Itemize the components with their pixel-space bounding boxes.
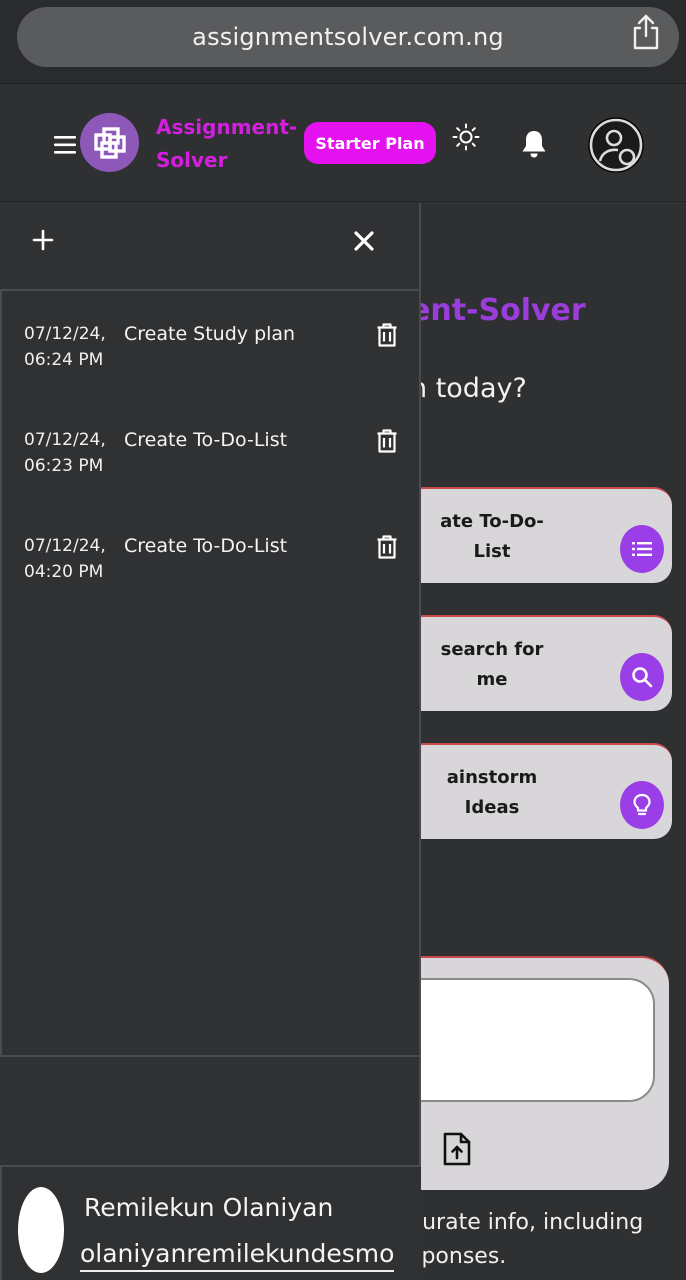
history-date: 07/12/24, 04:20 PM xyxy=(24,533,114,585)
card-title: ate To-Do- List xyxy=(417,507,567,567)
message-composer xyxy=(395,956,669,1190)
history-drawer: 07/12/24, 06:24 PM Create Study plan 07/… xyxy=(0,203,421,1280)
app-header: Assignment- Solver Starter Plan xyxy=(0,85,686,202)
history-item[interactable]: 07/12/24, 06:23 PM Create To-Do-List xyxy=(2,407,421,497)
list-icon xyxy=(632,542,652,556)
history-date-line: 07/12/24, xyxy=(24,430,106,450)
user-email: olaniyanremilekundesmo xyxy=(80,1239,395,1272)
starter-plan-button[interactable]: Starter Plan xyxy=(304,122,436,164)
history-title: Create To-Do-List xyxy=(124,535,288,557)
card-title-line-1: search for xyxy=(440,639,544,660)
history-date-line: 07/12/24, xyxy=(24,324,106,344)
history-date: 07/12/24, 06:23 PM xyxy=(24,427,114,479)
sun-icon[interactable] xyxy=(452,123,480,151)
app-root: assignmentsolver.com.ng Assignment- Solv… xyxy=(0,0,686,1280)
card-title-line-2: List xyxy=(473,541,511,562)
suggestion-card-research[interactable]: search for me xyxy=(395,615,672,711)
browser-bar: assignmentsolver.com.ng xyxy=(0,0,686,84)
disclaimer-line-2: sponses. xyxy=(410,1244,507,1269)
disclaimer-text: curate info, including sponses. xyxy=(410,1206,686,1274)
brand-name[interactable]: Assignment- Solver xyxy=(156,111,306,177)
trash-icon[interactable] xyxy=(376,535,398,559)
card-title-line-2: Ideas xyxy=(464,797,520,818)
welcome-heading: ent-Solver xyxy=(410,293,586,328)
logo-icon xyxy=(93,126,126,159)
account-avatar-icon[interactable] xyxy=(588,117,644,173)
history-time-line: 06:23 PM xyxy=(24,456,104,476)
disclaimer-line-1: curate info, including xyxy=(410,1210,644,1235)
history-title: Create Study plan xyxy=(124,323,296,345)
logo[interactable] xyxy=(80,113,139,172)
message-input[interactable] xyxy=(395,978,655,1102)
search-icon xyxy=(632,667,653,688)
card-title: search for me xyxy=(417,635,567,695)
history-title: Create To-Do-List xyxy=(124,429,288,451)
history-time-line: 06:24 PM xyxy=(24,350,104,370)
bell-icon[interactable] xyxy=(520,129,548,159)
trash-icon[interactable] xyxy=(376,323,398,347)
trash-icon[interactable] xyxy=(376,429,398,453)
new-chat-plus-icon[interactable] xyxy=(30,227,56,253)
card-title-line-1: ate To-Do- xyxy=(440,511,544,532)
history-date-line: 07/12/24, xyxy=(24,536,106,556)
help-question: n today? xyxy=(410,373,527,404)
file-upload-icon[interactable] xyxy=(443,1132,471,1166)
lightbulb-icon xyxy=(633,793,651,816)
hamburger-menu-icon[interactable] xyxy=(54,136,76,154)
close-icon[interactable] xyxy=(352,229,376,253)
card-icon-button[interactable] xyxy=(620,525,664,573)
history-time-line: 04:20 PM xyxy=(24,562,104,582)
url-bar[interactable]: assignmentsolver.com.ng xyxy=(17,7,679,67)
card-title-line-1: ainstorm xyxy=(446,767,538,788)
user-name: Remilekun Olaniyan xyxy=(84,1193,334,1222)
card-title: ainstorm Ideas xyxy=(417,763,567,823)
history-item[interactable]: 07/12/24, 04:20 PM Create To-Do-List xyxy=(2,513,421,603)
history-item[interactable]: 07/12/24, 06:24 PM Create Study plan xyxy=(2,301,421,391)
user-avatar xyxy=(18,1187,64,1273)
drawer-toolbar xyxy=(0,203,421,289)
suggestion-card-todo[interactable]: ate To-Do- List xyxy=(395,487,672,583)
card-icon-button[interactable] xyxy=(620,781,664,829)
suggestion-card-brainstorm[interactable]: ainstorm Ideas xyxy=(395,743,672,839)
history-list: 07/12/24, 06:24 PM Create Study plan 07/… xyxy=(0,289,421,1057)
share-icon[interactable] xyxy=(630,14,662,50)
card-title-line-2: me xyxy=(476,669,508,690)
brand-line-1: Assignment- xyxy=(156,115,298,139)
card-icon-button[interactable] xyxy=(620,653,664,701)
history-date: 07/12/24, 06:24 PM xyxy=(24,321,114,373)
user-profile[interactable]: Remilekun Olaniyan olaniyanremilekundesm… xyxy=(0,1165,421,1280)
url-text: assignmentsolver.com.ng xyxy=(192,23,504,51)
brand-line-2: Solver xyxy=(156,148,228,172)
